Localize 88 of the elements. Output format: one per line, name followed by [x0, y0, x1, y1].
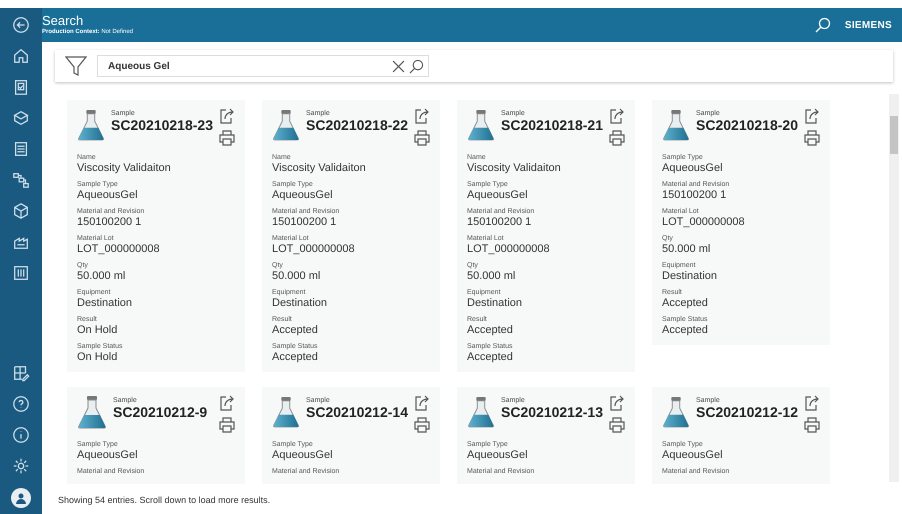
page-title: Search — [42, 14, 84, 28]
share-icon[interactable] — [219, 395, 235, 411]
field-value: Destination — [662, 270, 718, 283]
sample-id: SC20210218-20 — [696, 117, 798, 134]
flask-icon — [662, 108, 690, 142]
home-icon[interactable] — [12, 47, 30, 65]
sample-id: SC20210218-22 — [306, 117, 408, 134]
flow-icon[interactable] — [12, 171, 30, 189]
field-value: Accepted — [662, 297, 709, 310]
field-value: AqueousGel — [662, 449, 724, 462]
field-value: Viscosity Validaiton — [272, 162, 367, 175]
field-value: Accepted — [272, 351, 319, 364]
search-field[interactable]: Aqueous Gel — [106, 60, 388, 72]
field-value: LOT_000000008 — [77, 243, 161, 256]
flask-icon — [77, 395, 107, 429]
field-value: Accepted — [467, 324, 514, 337]
brand-logo: SIEMENS — [844, 20, 892, 30]
help-icon[interactable] — [12, 395, 30, 413]
share-icon[interactable] — [609, 108, 625, 124]
search-icon[interactable] — [409, 58, 424, 74]
field-value: Destination — [272, 297, 328, 310]
field-value: Destination — [467, 297, 524, 310]
field-value: Accepted — [662, 324, 709, 337]
flask-icon — [467, 395, 496, 429]
field-value: On Hold — [77, 324, 118, 337]
info-icon[interactable] — [12, 426, 30, 444]
share-icon[interactable] — [804, 108, 820, 124]
share-icon[interactable] — [414, 108, 430, 124]
flask-icon — [662, 395, 690, 429]
field-value: Viscosity Validaiton — [467, 162, 562, 175]
search-box[interactable]: Aqueous Gel — [97, 55, 429, 77]
field-value: 50.000 ml — [77, 270, 126, 283]
sample-id: SC20210212-13 — [501, 404, 603, 421]
print-icon[interactable] — [414, 417, 430, 433]
field-value: 50.000 ml — [662, 243, 712, 256]
cube-icon[interactable] — [12, 202, 30, 220]
print-icon[interactable] — [414, 130, 430, 146]
field-value: Destination — [77, 297, 134, 310]
field-value: AqueousGel — [77, 189, 139, 202]
field-value: AqueousGel — [77, 449, 139, 462]
print-icon[interactable] — [219, 417, 235, 433]
print-icon[interactable] — [804, 130, 820, 146]
print-icon[interactable] — [609, 417, 625, 433]
field-value: LOT_000000008 — [662, 216, 746, 229]
field-value: AqueousGel — [467, 449, 529, 462]
field-value: LOT_000000008 — [467, 243, 551, 256]
sample-id: SC20210218-23 — [111, 117, 213, 134]
field-value: AqueousGel — [662, 162, 724, 175]
search-icon[interactable] — [814, 17, 831, 33]
field-value: Accepted — [467, 351, 514, 364]
clear-icon[interactable] — [392, 60, 405, 72]
field-value: 150100200 1 — [272, 216, 338, 229]
back-icon[interactable] — [12, 16, 30, 34]
share-icon[interactable] — [804, 395, 820, 411]
sample-id: SC20210212-9 — [113, 404, 208, 421]
grid-edit-icon[interactable] — [12, 364, 30, 382]
field-value: AqueousGel — [272, 189, 334, 202]
print-icon[interactable] — [219, 130, 235, 146]
field-value: AqueousGel — [467, 189, 529, 202]
share-icon[interactable] — [609, 395, 625, 411]
print-icon[interactable] — [804, 417, 820, 433]
document-icon[interactable] — [12, 140, 30, 158]
field-value: 150100200 1 — [467, 216, 532, 229]
flask-icon — [467, 108, 496, 142]
flask-icon — [77, 108, 106, 142]
field-value: 150100200 1 — [662, 189, 728, 202]
share-icon[interactable] — [414, 395, 430, 411]
flask-icon — [272, 395, 300, 429]
field-value: LOT_000000008 — [272, 243, 356, 256]
field-value: 50.000 ml — [467, 270, 516, 283]
field-value: Viscosity Validaiton — [77, 162, 172, 175]
sample-id: SC20210212-14 — [306, 404, 408, 421]
status-text: Showing 54 entries. Scroll down to load more results. — [57, 494, 272, 507]
print-icon[interactable] — [609, 130, 625, 146]
sample-id: SC20210218-21 — [501, 117, 603, 134]
flask-icon — [272, 108, 300, 142]
field-value: 150100200 1 — [77, 216, 142, 229]
user-avatar[interactable] — [11, 488, 31, 508]
field-value: On Hold — [77, 351, 118, 364]
field-value: AqueousGel — [272, 449, 334, 462]
share-icon[interactable] — [219, 108, 235, 124]
field-value: Accepted — [272, 324, 319, 337]
sliders-icon[interactable] — [12, 264, 30, 282]
field-value: 50.000 ml — [272, 270, 322, 283]
clipboard-icon[interactable] — [12, 78, 30, 96]
scrollbar[interactable] — [889, 94, 899, 482]
filter-icon[interactable] — [65, 55, 87, 77]
sample-id: SC20210212-12 — [696, 404, 798, 421]
